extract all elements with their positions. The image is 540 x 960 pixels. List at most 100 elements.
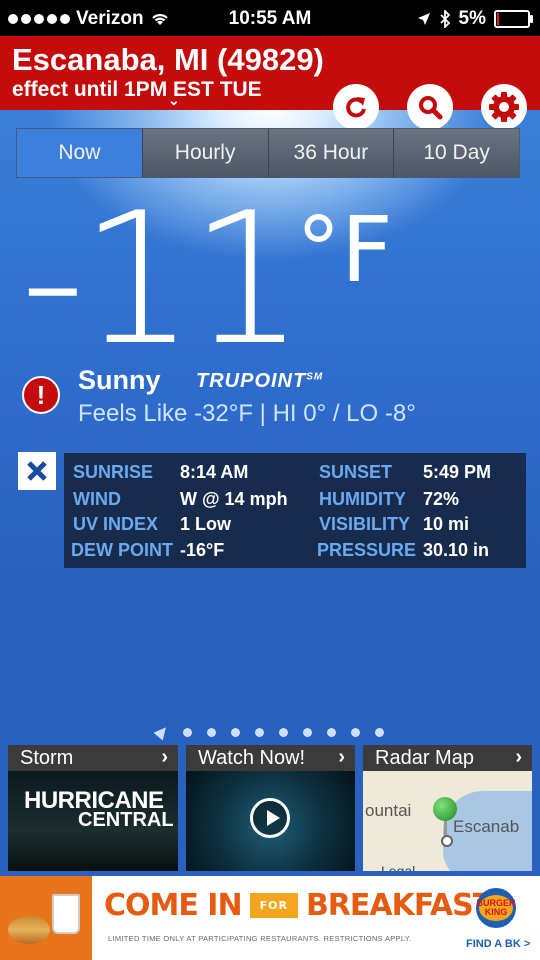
detail-label: SUNSET (319, 462, 393, 482)
page-indicator[interactable] (0, 723, 540, 741)
watch-card-header: Watch Now! › (186, 745, 355, 771)
page-dot[interactable] (231, 727, 240, 737)
refresh-icon (346, 97, 366, 118)
detail-visibility: VISIBILITY (319, 514, 410, 535)
trupoint-label: TRUPOINT (196, 370, 307, 392)
detail-wind-value: W @ 14 mph (180, 489, 288, 510)
radar-card[interactable]: ountai Escanab Legal Radar Map › (363, 745, 532, 871)
detail-uv-index: UV INDEX (73, 514, 158, 535)
detail-value: -16°F (180, 540, 225, 560)
chevron-right-icon: › (515, 746, 522, 768)
detail-uv-index-value: 1 Low (180, 514, 231, 535)
detail-sunset: SUNSET (319, 462, 392, 483)
chevron-down-icon[interactable]: ⌄ (168, 92, 180, 109)
trupoint-mark: SM (306, 371, 324, 383)
settings-button[interactable] (481, 84, 527, 130)
search-icon (419, 96, 443, 120)
ad-headline-for: FOR (249, 893, 298, 918)
page-dot[interactable] (255, 727, 264, 737)
location-arrow-icon (417, 13, 430, 25)
find-bk-link[interactable]: FIND A BK > (466, 938, 530, 950)
detail-label: PRESSURE (317, 540, 417, 560)
map-location-dot (441, 835, 453, 847)
close-details-button[interactable] (18, 452, 56, 490)
detail-dew-point: DEW POINT (71, 540, 173, 561)
tab-now[interactable]: Now (17, 129, 142, 177)
advertisement-banner[interactable]: COME IN FOR BREAKFAST LIMITED TIME ONLY … (0, 876, 540, 960)
alert-icon[interactable]: ! (22, 376, 60, 414)
trupoint-logo: TRUPOINTSM (196, 370, 323, 393)
storm-card-header: Storm › (8, 745, 178, 771)
radar-card-title: Radar Map (375, 746, 474, 769)
detail-label: VISIBILITY (319, 514, 411, 534)
forecast-tabs: Now Hourly 36 Hour 10 Day (16, 128, 520, 178)
map-label: ountai (365, 801, 412, 820)
page-dot[interactable] (303, 727, 312, 737)
page-dot[interactable] (183, 727, 192, 737)
legal-link[interactable]: Legal (381, 863, 415, 871)
detail-label: SUNRISE (73, 462, 154, 482)
storm-card[interactable]: Storm › HURRICANE CENTRAL (8, 745, 178, 871)
detail-value: 30.10 in (423, 540, 490, 560)
detail-label: HUMIDITY (319, 489, 406, 509)
tab-10-day[interactable]: 10 Day (393, 129, 519, 177)
detail-pressure: PRESSURE (317, 540, 416, 561)
ad-fine-print: LIMITED TIME ONLY AT PARTICIPATING RESTA… (108, 934, 412, 943)
central-text: CENTRAL (78, 809, 174, 831)
battery-icon (494, 10, 533, 28)
detail-sunrise-value: 8:14 AM (180, 462, 248, 483)
page-dot[interactable] (351, 727, 360, 737)
detail-sunset-value: 5:49 PM (423, 462, 491, 483)
detail-value: 5:49 PM (423, 462, 492, 482)
gear-icon (489, 92, 519, 122)
current-temperature: -11 (20, 173, 305, 385)
ad-headline-1: COME IN (104, 888, 243, 923)
map-label: Escanab (453, 817, 520, 836)
battery-percent: 5% (458, 8, 486, 29)
detail-dew-point-value: -16°F (180, 540, 224, 561)
watch-card[interactable]: Watch Now! › (186, 745, 355, 871)
detail-value: 8:14 AM (180, 462, 249, 482)
detail-sunrise: SUNRISE (73, 462, 153, 483)
detail-wind: WIND (73, 489, 121, 510)
chevron-right-icon: › (161, 746, 168, 768)
location-nav-icon (153, 723, 171, 741)
burger-king-logo: BURGER KING (476, 888, 516, 928)
detail-value: 72% (423, 489, 460, 509)
sandwich-icon (8, 916, 50, 944)
detail-label: DEW POINT (71, 540, 173, 560)
detail-value: 1 Low (180, 514, 232, 534)
bluetooth-icon (439, 10, 450, 28)
watch-card-title: Watch Now! (198, 746, 306, 769)
play-icon[interactable] (250, 798, 290, 838)
location-title[interactable]: Escanaba, MI (49829) (12, 42, 324, 78)
condition-text: Sunny (78, 365, 161, 395)
page-dot[interactable] (279, 727, 288, 737)
map-pin-icon (433, 797, 457, 821)
page-dot[interactable] (327, 727, 336, 737)
refresh-button[interactable] (333, 84, 379, 130)
page-dot[interactable] (207, 727, 216, 737)
detail-visibility-value: 10 mi (423, 514, 469, 535)
search-button[interactable] (407, 84, 453, 130)
detail-value: 10 mi (423, 514, 470, 534)
location-header[interactable]: Escanaba, MI (49829) effect until 1PM ES… (0, 36, 540, 130)
ad-headline: COME IN FOR BREAKFAST (104, 888, 493, 923)
detail-value: W @ 14 mph (180, 489, 288, 509)
detail-label: WIND (73, 489, 121, 509)
storm-card-title: Storm (20, 746, 74, 769)
tab-hourly[interactable]: Hourly (141, 129, 268, 177)
detail-label: UV INDEX (73, 514, 159, 534)
details-panel: SUNRISE 8:14 AM SUNSET 5:49 PM WIND W @ … (64, 453, 526, 568)
detail-humidity: HUMIDITY (319, 489, 406, 510)
weather-app: Verizon 10:55 AM 5% Escanaba, MI (49829)… (0, 0, 540, 960)
alert-banner[interactable]: effect until 1PM EST TUE (12, 78, 262, 102)
chevron-right-icon: › (338, 746, 345, 768)
feels-like-text: Feels Like -32°F | HI 0° / LO -8° (78, 400, 416, 427)
tab-36-hour[interactable]: 36 Hour (267, 129, 394, 177)
radar-card-header: Radar Map › (363, 745, 532, 771)
coffee-cup-icon (52, 894, 80, 934)
page-dot[interactable] (375, 727, 384, 737)
detail-pressure-value: 30.10 in (423, 540, 489, 561)
temperature-unit: °F (296, 198, 393, 303)
